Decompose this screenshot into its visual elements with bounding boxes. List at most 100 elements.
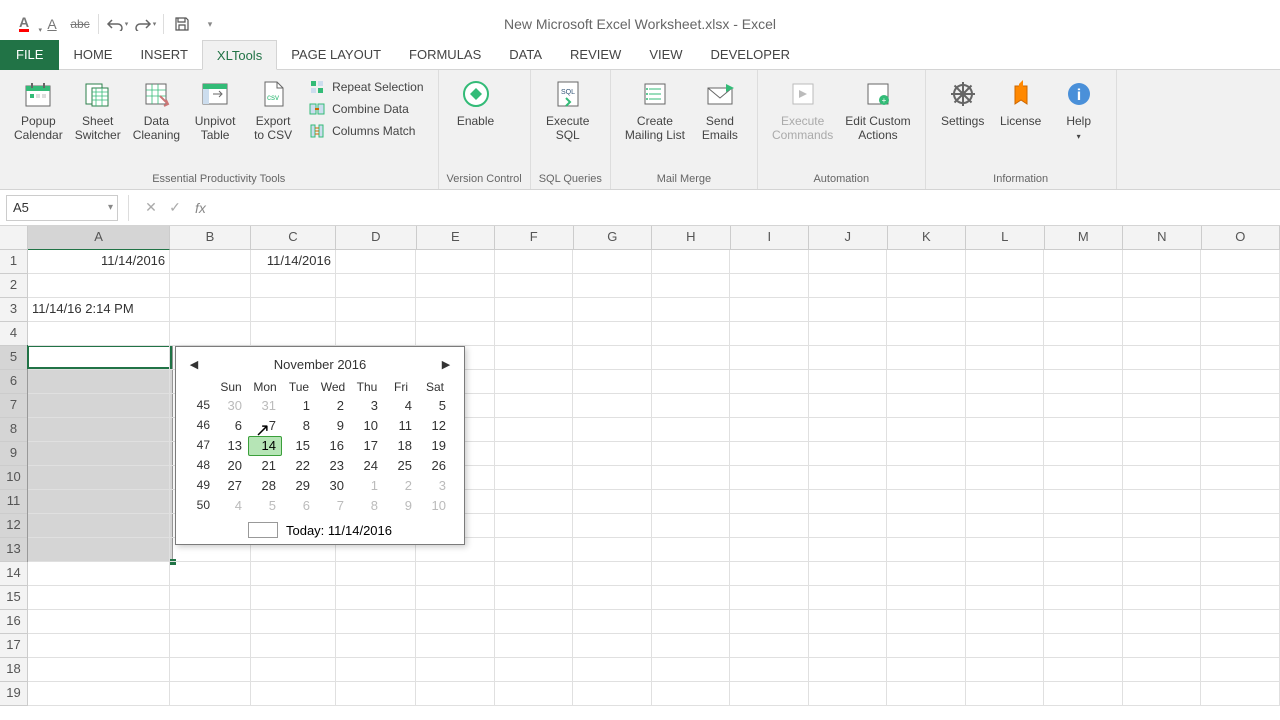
calendar-day[interactable]: 18 <box>384 436 418 456</box>
calendar-day[interactable]: 11 <box>384 416 418 436</box>
cell-O11[interactable] <box>1201 490 1280 514</box>
cell-O18[interactable] <box>1201 658 1280 682</box>
calendar-today-label[interactable]: Today: 11/14/2016 <box>286 523 392 538</box>
cell-I9[interactable] <box>730 442 809 466</box>
cell-L1[interactable] <box>966 250 1045 274</box>
cell-N3[interactable] <box>1123 298 1202 322</box>
column-header-B[interactable]: B <box>170 226 250 250</box>
cell-H11[interactable] <box>652 490 731 514</box>
cell-G12[interactable] <box>573 514 652 538</box>
cell-J18[interactable] <box>809 658 888 682</box>
cell-A6[interactable] <box>28 370 170 394</box>
cell-J1[interactable] <box>809 250 888 274</box>
strikethrough-icon[interactable]: abc <box>66 12 94 36</box>
cell-I17[interactable] <box>730 634 809 658</box>
column-header-F[interactable]: F <box>495 226 574 250</box>
tab-page-layout[interactable]: PAGE LAYOUT <box>277 40 395 69</box>
row-header-6[interactable]: 6 <box>0 370 28 394</box>
cell-I11[interactable] <box>730 490 809 514</box>
cell-A10[interactable] <box>28 466 170 490</box>
cell-A4[interactable] <box>28 322 170 346</box>
column-header-O[interactable]: O <box>1202 226 1280 250</box>
cell-I16[interactable] <box>730 610 809 634</box>
cell-N11[interactable] <box>1123 490 1202 514</box>
cell-C16[interactable] <box>251 610 336 634</box>
cell-G9[interactable] <box>573 442 652 466</box>
cell-N14[interactable] <box>1123 562 1202 586</box>
cell-G8[interactable] <box>573 418 652 442</box>
cell-D16[interactable] <box>336 610 416 634</box>
cell-N18[interactable] <box>1123 658 1202 682</box>
cell-I4[interactable] <box>730 322 809 346</box>
cell-D15[interactable] <box>336 586 416 610</box>
cell-O6[interactable] <box>1201 370 1280 394</box>
row-header-19[interactable]: 19 <box>0 682 28 706</box>
cell-J12[interactable] <box>809 514 888 538</box>
cell-F13[interactable] <box>495 538 574 562</box>
cell-O19[interactable] <box>1201 682 1280 706</box>
cell-G19[interactable] <box>573 682 652 706</box>
calendar-day[interactable]: 24 <box>350 456 384 476</box>
calendar-day[interactable]: 6 <box>214 416 248 436</box>
cell-K10[interactable] <box>887 466 966 490</box>
cell-C15[interactable] <box>251 586 336 610</box>
cell-L17[interactable] <box>966 634 1045 658</box>
cell-M4[interactable] <box>1044 322 1123 346</box>
cell-M11[interactable] <box>1044 490 1123 514</box>
tab-view[interactable]: VIEW <box>635 40 696 69</box>
calendar-day[interactable]: 8 <box>282 416 316 436</box>
cell-F8[interactable] <box>495 418 574 442</box>
cell-M8[interactable] <box>1044 418 1123 442</box>
cell-L9[interactable] <box>966 442 1045 466</box>
cell-K3[interactable] <box>887 298 966 322</box>
cell-D2[interactable] <box>336 274 416 298</box>
cell-O5[interactable] <box>1201 346 1280 370</box>
cell-O15[interactable] <box>1201 586 1280 610</box>
cell-I5[interactable] <box>730 346 809 370</box>
cell-H4[interactable] <box>652 322 731 346</box>
cell-A16[interactable] <box>28 610 170 634</box>
cell-F16[interactable] <box>495 610 574 634</box>
cell-L13[interactable] <box>966 538 1045 562</box>
cell-O8[interactable] <box>1201 418 1280 442</box>
cell-H5[interactable] <box>652 346 731 370</box>
cell-I19[interactable] <box>730 682 809 706</box>
row-header-3[interactable]: 3 <box>0 298 28 322</box>
calendar-day[interactable]: 15 <box>282 436 316 456</box>
cell-I10[interactable] <box>730 466 809 490</box>
cell-G14[interactable] <box>573 562 652 586</box>
cell-M5[interactable] <box>1044 346 1123 370</box>
cell-H18[interactable] <box>652 658 731 682</box>
cell-A8[interactable] <box>28 418 170 442</box>
cell-B16[interactable] <box>170 610 250 634</box>
cell-J2[interactable] <box>809 274 888 298</box>
cell-B4[interactable] <box>170 322 250 346</box>
cell-E19[interactable] <box>416 682 495 706</box>
cell-E4[interactable] <box>416 322 495 346</box>
cell-A18[interactable] <box>28 658 170 682</box>
cell-H8[interactable] <box>652 418 731 442</box>
cell-F10[interactable] <box>495 466 574 490</box>
calendar-day[interactable]: 9 <box>316 416 350 436</box>
cell-L7[interactable] <box>966 394 1045 418</box>
cell-O2[interactable] <box>1201 274 1280 298</box>
cell-N13[interactable] <box>1123 538 1202 562</box>
cell-K6[interactable] <box>887 370 966 394</box>
cell-B19[interactable] <box>170 682 250 706</box>
tab-review[interactable]: REVIEW <box>556 40 635 69</box>
cell-D14[interactable] <box>336 562 416 586</box>
cell-K9[interactable] <box>887 442 966 466</box>
cell-H7[interactable] <box>652 394 731 418</box>
cell-G11[interactable] <box>573 490 652 514</box>
cell-M3[interactable] <box>1044 298 1123 322</box>
cell-I15[interactable] <box>730 586 809 610</box>
row-header-12[interactable]: 12 <box>0 514 28 538</box>
calendar-today-box[interactable] <box>248 522 278 538</box>
cell-J9[interactable] <box>809 442 888 466</box>
cell-F4[interactable] <box>495 322 574 346</box>
calendar-day[interactable]: 19 <box>418 436 452 456</box>
cell-J17[interactable] <box>809 634 888 658</box>
calendar-day[interactable]: 10 <box>350 416 384 436</box>
cell-G15[interactable] <box>573 586 652 610</box>
cell-G16[interactable] <box>573 610 652 634</box>
